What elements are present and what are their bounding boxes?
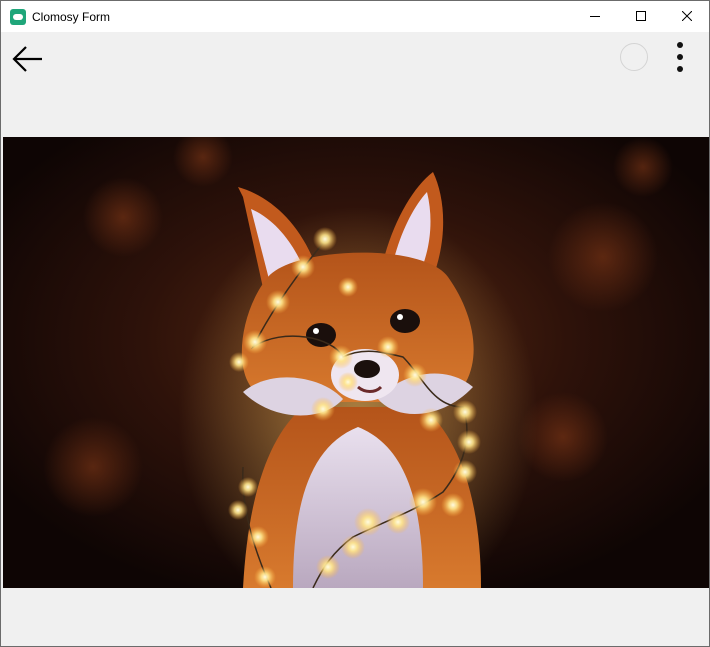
minimize-icon xyxy=(590,16,600,17)
app-window: Clomosy Form xyxy=(0,0,710,647)
more-vertical-dot xyxy=(677,66,683,72)
window-title: Clomosy Form xyxy=(32,10,111,24)
arrow-left-icon xyxy=(12,46,42,72)
maximize-icon xyxy=(636,11,646,21)
fox-illustration xyxy=(3,137,709,588)
title-bar[interactable]: Clomosy Form xyxy=(1,1,709,32)
bottom-bar xyxy=(1,588,709,646)
close-button[interactable] xyxy=(664,1,709,32)
more-vertical-icon xyxy=(677,42,683,48)
fox-image xyxy=(3,137,709,588)
more-vertical-dot xyxy=(677,54,683,60)
circle-outline-icon[interactable] xyxy=(620,43,648,71)
form-toolbar xyxy=(1,32,709,137)
minimize-button[interactable] xyxy=(572,1,618,32)
maximize-button[interactable] xyxy=(618,1,664,32)
close-icon xyxy=(682,11,692,21)
app-icon xyxy=(10,9,26,25)
back-button[interactable] xyxy=(7,38,47,78)
more-options-button[interactable] xyxy=(665,38,695,78)
